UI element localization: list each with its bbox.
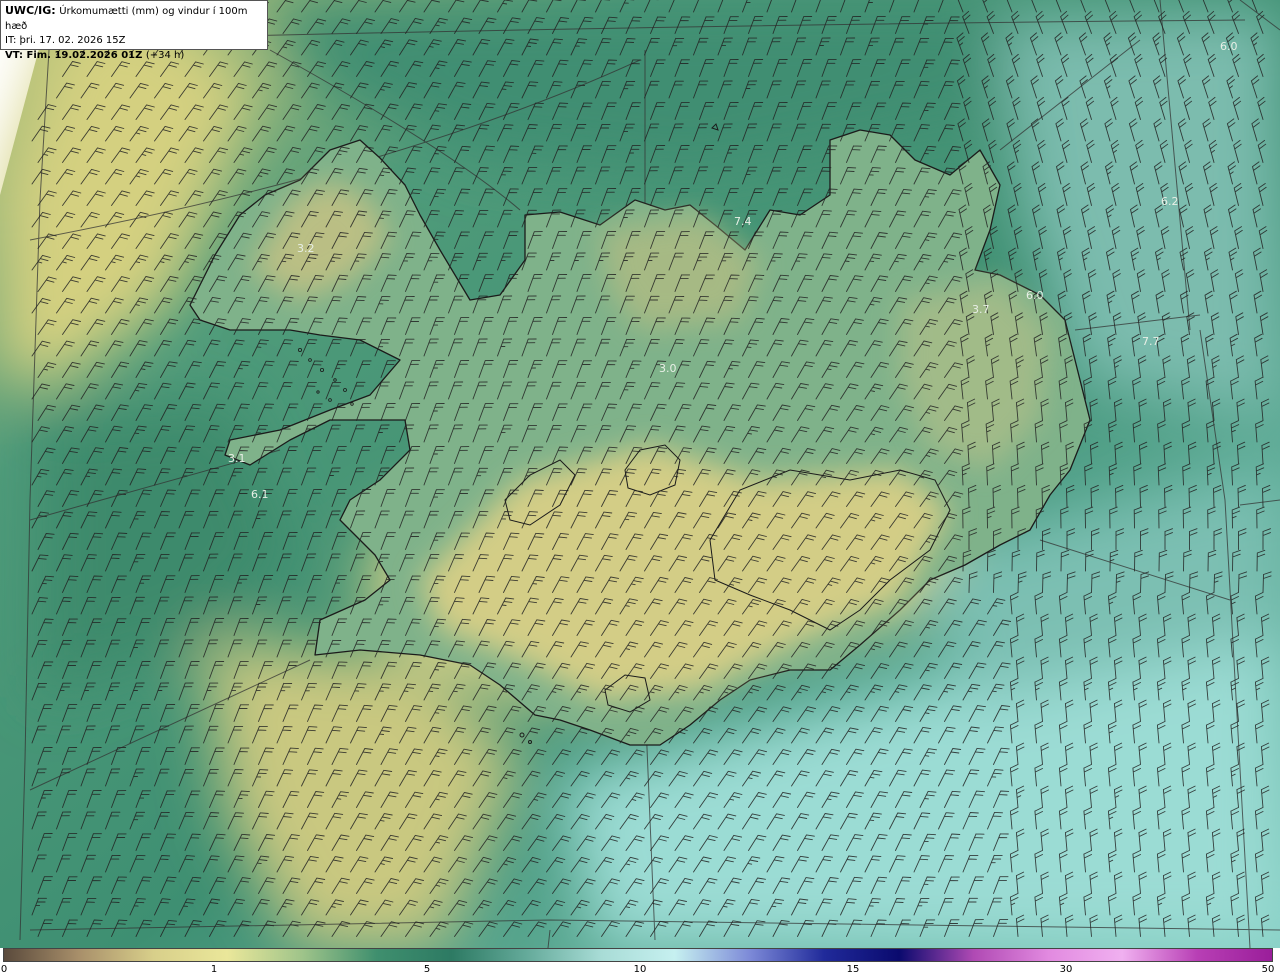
value-label-north-central: 3.0 (659, 362, 677, 375)
lead-time: (+34 h) (145, 50, 185, 61)
value-label-north-peninsula: 7.4 (734, 215, 752, 228)
value-label-east-sea: 6.2 (1161, 195, 1179, 208)
value-label-langanes: 6.0 (1026, 289, 1044, 302)
colorbar-tick: 0 (0, 964, 8, 975)
map-title-box: UWC/IG: Úrkomumætti (mm) og vindur í 100… (0, 0, 268, 61)
colorbar-tick: 50 (1261, 964, 1275, 975)
colorbar-tick: 5 (423, 964, 431, 975)
valid-time: VT: Fim. 19.02.2026 01Z (5, 50, 143, 61)
colorbar-tick: 30 (1059, 964, 1073, 975)
value-label-westfjords: 3.2 (297, 242, 315, 255)
value-label-west-sea: 6.1 (251, 488, 269, 501)
colorbar-tick: 1 (210, 964, 218, 975)
valid-line: VT: Fim. 19.02.2026 01Z (+34 h) (5, 48, 263, 63)
product-code: UWC/IG: (5, 4, 56, 17)
colorbar-gradient (3, 948, 1273, 962)
value-label-ne-corner: 6.0 (1220, 40, 1238, 53)
value-label-northeast: 3.7 (972, 303, 990, 316)
colorbar-tick: 15 (846, 964, 860, 975)
title-line: UWC/IG: Úrkomumætti (mm) og vindur í 100… (5, 4, 263, 34)
value-label-east-coast-sea: 7.7 (1142, 335, 1160, 348)
init-time: IT: þri. 17. 02. 2026 15Z (5, 35, 126, 46)
colorbar: 0 1 5 10 15 30 50 (0, 948, 1280, 978)
colorbar-tick: 10 (633, 964, 647, 975)
forecast-map: 6.0 6.2 7.4 3.2 3.7 6.0 7.7 3.0 3.1 6.1 … (0, 0, 1280, 948)
value-label-snaefellsnes: 3.1 (228, 452, 246, 465)
